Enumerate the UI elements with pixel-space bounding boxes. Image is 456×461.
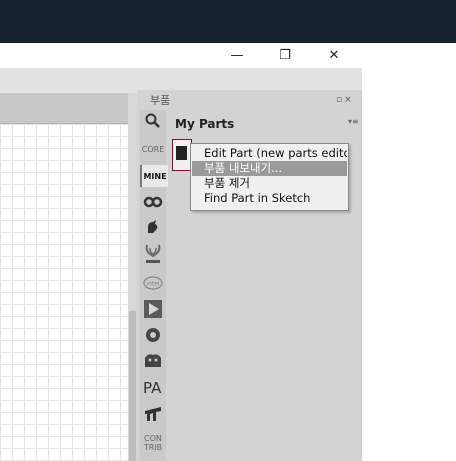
- mine-bin[interactable]: MINE: [140, 165, 168, 187]
- bin-strip: CORE MINE intel PA CON TRIB: [140, 110, 168, 461]
- menu-item-export-part[interactable]: 부품 내보내기...: [192, 161, 347, 176]
- search-icon: [145, 113, 160, 128]
- animal-icon: [145, 354, 161, 367]
- seeed-bin[interactable]: [140, 240, 166, 268]
- minimize-button[interactable]: —: [214, 43, 260, 68]
- contrib-bin[interactable]: CON TRIB: [140, 429, 166, 457]
- breadboard-canvas[interactable]: [0, 124, 128, 461]
- minimize-icon: —: [230, 48, 244, 63]
- bin-menu-icon[interactable]: ▾≡: [348, 117, 359, 126]
- restore-button[interactable]: ❐: [262, 43, 308, 68]
- pa-icon: PA: [143, 379, 162, 395]
- restore-icon: ❐: [279, 48, 291, 63]
- intel-bin[interactable]: intel: [140, 272, 166, 294]
- menu-item-remove-part[interactable]: 부품 제거: [192, 176, 347, 191]
- top-dark-bar: [0, 0, 456, 43]
- animal-bin[interactable]: [140, 348, 166, 372]
- intel-icon: intel: [143, 276, 163, 290]
- sparkfun-icon: [148, 220, 158, 233]
- snootlab-bin[interactable]: [140, 297, 166, 321]
- seeed-icon: [145, 244, 161, 263]
- dock-float-close-controls[interactable]: ▫×: [336, 95, 354, 105]
- snootlab-icon: [144, 300, 162, 318]
- fritzing-icon: [145, 407, 161, 421]
- canvas-scrollbar-thumb[interactable]: [129, 311, 136, 461]
- sparkfun-bin[interactable]: [140, 216, 166, 238]
- svg-text:PA: PA: [143, 379, 162, 395]
- dock-title: 부품: [150, 94, 171, 107]
- canvas-header: [0, 93, 128, 124]
- close-button[interactable]: ✕: [311, 43, 357, 68]
- svg-text:intel: intel: [146, 281, 160, 288]
- arduino-icon: [143, 196, 163, 208]
- search-bin[interactable]: [140, 110, 166, 132]
- core-bin[interactable]: CORE: [140, 138, 166, 160]
- menu-item-find-in-sketch[interactable]: Find Part in Sketch: [192, 191, 347, 206]
- context-menu: Edit Part (new parts editc 부품 내보내기... 부품…: [190, 143, 349, 211]
- fritzing-bin[interactable]: [140, 401, 166, 425]
- adafruit-bin[interactable]: [140, 324, 166, 346]
- pa-bin[interactable]: PA: [140, 376, 166, 398]
- bin-title: My Parts: [175, 117, 235, 131]
- selected-part-tile[interactable]: [172, 139, 192, 171]
- close-icon: ✕: [328, 48, 340, 63]
- menu-item-edit-part[interactable]: Edit Part (new parts editc: [192, 146, 347, 161]
- canvas-scrollbar[interactable]: [128, 93, 137, 461]
- adafruit-icon: [146, 328, 160, 342]
- desktop-background: [362, 68, 456, 461]
- arduino-bin[interactable]: [140, 191, 166, 213]
- part-chip-icon: [176, 146, 187, 160]
